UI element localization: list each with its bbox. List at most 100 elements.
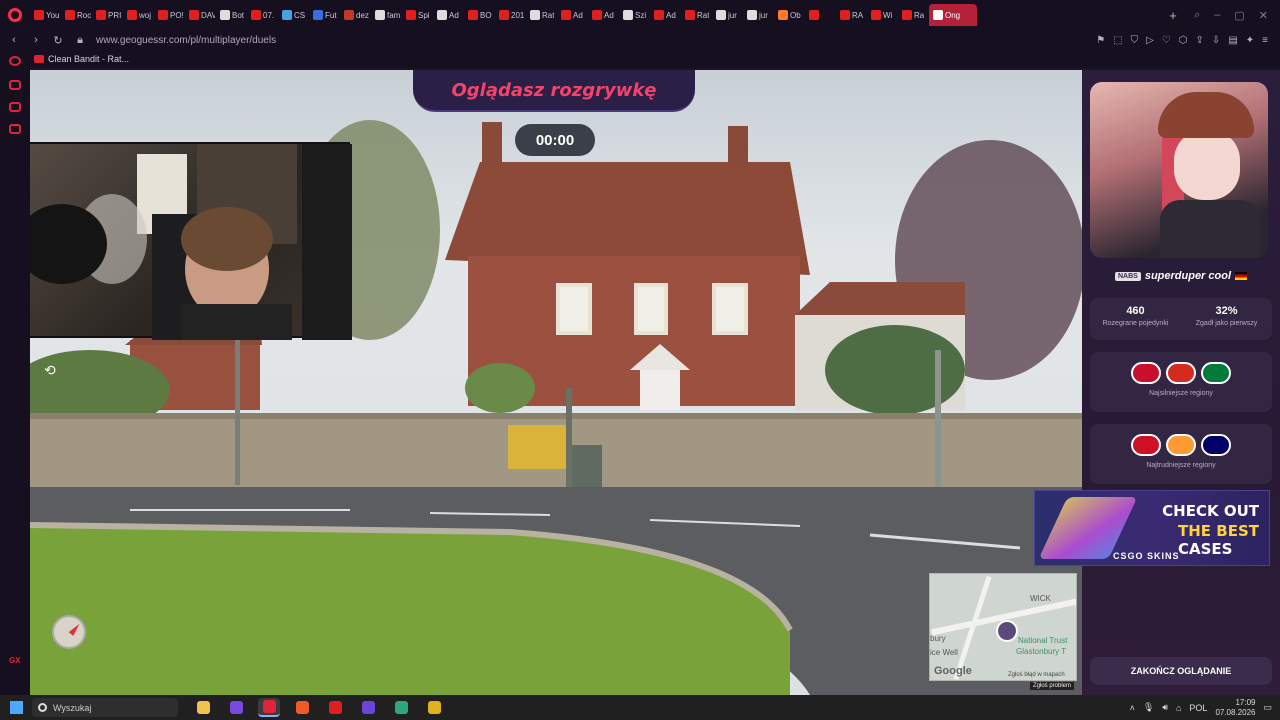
mic-icon[interactable]: 🎙︎ — [1143, 702, 1154, 713]
taskbar-app-opera[interactable] — [324, 698, 346, 717]
browser-tab[interactable]: 07. — [247, 4, 277, 26]
forward-icon[interactable]: › — [28, 34, 44, 46]
camera-switch-icon[interactable]: ⟲ — [44, 362, 64, 380]
browser-tab[interactable]: dez — [340, 4, 370, 26]
strongest-flags — [1090, 362, 1272, 384]
browser-tab[interactable]: Ad — [433, 4, 463, 26]
url-field[interactable]: www.geoguessr.com/pl/multiplayer/duels — [96, 35, 276, 46]
browser-tab[interactable]: jur — [712, 4, 742, 26]
tab-label: Szi — [635, 10, 647, 20]
tab-favicon-icon — [375, 10, 385, 20]
chevron-up-icon[interactable]: ˄ — [1130, 703, 1135, 713]
clock[interactable]: 17:09 07.08.2026 — [1215, 698, 1255, 718]
speaker-icon[interactable] — [933, 10, 943, 20]
player-panel: NABS superduper cool 460 Rozegrane pojed… — [1034, 70, 1280, 695]
browser-tab[interactable]: PO! — [154, 4, 184, 26]
close-icon[interactable]: ✕ — [1259, 9, 1268, 22]
stat-guessed-first: 32% Zgadł jako pierwszy — [1181, 298, 1272, 340]
browser-tab[interactable]: Fut — [309, 4, 339, 26]
taskbar-app-opera-gx[interactable] — [258, 698, 280, 717]
gx-control-icon[interactable] — [9, 56, 21, 66]
opera-gx-logo-icon[interactable] — [0, 0, 30, 30]
browser-tab[interactable]: You — [30, 4, 60, 26]
new-tab-button[interactable]: + — [1164, 8, 1182, 23]
browser-tab[interactable]: 201 — [495, 4, 525, 26]
language-indicator[interactable]: POL — [1189, 703, 1207, 713]
toolbar-icons: ⚑ ⬚ ⛉ ▷ ♡ ⬡ ⇪ ⇩ ▤ ✦ ≡ — [1096, 35, 1280, 46]
browser-tab[interactable]: Roc — [61, 4, 91, 26]
tab-label: Ad — [666, 10, 676, 20]
share-icon[interactable]: ⇪ — [1196, 35, 1204, 46]
taskbar-app-app-purple[interactable] — [225, 698, 247, 717]
search-tabs-icon[interactable]: ⌕ — [1194, 9, 1200, 22]
ai-icon[interactable]: ✦ — [1246, 35, 1254, 46]
tab-favicon-icon — [871, 10, 881, 20]
browser-tab[interactable]: RA — [836, 4, 866, 26]
browser-tab[interactable]: Rat — [526, 4, 556, 26]
gx-footer-label[interactable]: GX — [9, 656, 21, 665]
maximize-icon[interactable]: ▢ — [1234, 9, 1244, 22]
volume-icon[interactable]: 🔊︎ — [1162, 702, 1168, 713]
browser-tab[interactable]: CS — [278, 4, 308, 26]
browser-tab[interactable] — [805, 4, 835, 26]
taskbar-app-file-explorer[interactable] — [192, 698, 214, 717]
taskbar-app-app-globe[interactable] — [390, 698, 412, 717]
network-icon[interactable]: ⌂ — [1176, 703, 1181, 713]
browser-tab[interactable]: woj — [123, 4, 153, 26]
minimap-label: WICK — [1030, 594, 1051, 603]
browser-tab[interactable]: Wi — [867, 4, 897, 26]
browser-tab[interactable]: Szi — [619, 4, 649, 26]
csgo-skins-ad[interactable]: CHECK OUT THE BEST CASES CSGO SKINS — [1034, 490, 1270, 566]
bookmark-item[interactable]: Clean Bandit - Rat... — [48, 54, 129, 64]
taskbar-search[interactable]: Wyszukaj — [32, 698, 178, 717]
jordan-flag-icon — [1201, 362, 1231, 384]
opera-gx-icon — [262, 700, 276, 713]
player-icon[interactable]: ▷ — [1146, 35, 1154, 46]
minimize-icon[interactable]: – — [1214, 9, 1220, 22]
taskbar-app-brave[interactable] — [291, 698, 313, 717]
search-placeholder: Wyszukaj — [53, 702, 92, 713]
browser-tab[interactable]: Bot — [216, 4, 246, 26]
heart-icon[interactable]: ♡ — [1162, 35, 1171, 46]
tab-favicon-icon — [747, 10, 757, 20]
browser-tab[interactable]: Ad — [557, 4, 587, 26]
back-icon[interactable]: ‹ — [6, 34, 22, 46]
map-error-link[interactable]: Zgłoś błąd w mapach — [1008, 672, 1065, 678]
browser-tab[interactable]: Ad — [650, 4, 680, 26]
browser-tab[interactable]: Spi — [402, 4, 432, 26]
browser-tab[interactable]: Ob — [774, 4, 804, 26]
browser-tab[interactable]: BO — [464, 4, 494, 26]
active-browser-tab[interactable]: Ong — [929, 4, 977, 26]
browser-tab[interactable]: Ra — [898, 4, 928, 26]
stop-spectating-button[interactable]: ZAKOŃCZ OGLĄDANIE — [1090, 657, 1272, 685]
browser-tab[interactable]: Ad — [588, 4, 618, 26]
player-name[interactable]: superduper cool — [1145, 270, 1231, 282]
download-icon[interactable]: ⇩ — [1212, 35, 1220, 46]
tab-favicon-icon — [344, 10, 354, 20]
browser-tab[interactable]: DAV — [185, 4, 215, 26]
start-button[interactable] — [0, 701, 32, 714]
spectating-title: Oglądasz rozgrywkę — [451, 79, 657, 101]
messenger-icon[interactable] — [9, 102, 21, 112]
tab-label: Wi — [883, 10, 893, 20]
browser-tab[interactable]: jur — [743, 4, 773, 26]
twitch-icon[interactable] — [9, 80, 21, 90]
minimap[interactable]: WICK bury ice Well National Trust Glasto… — [929, 573, 1077, 681]
bookmark-icon[interactable]: ⚑ — [1096, 35, 1105, 46]
extensions-icon[interactable]: ⬡ — [1179, 35, 1188, 46]
snapshot-icon[interactable]: ⬚ — [1113, 35, 1122, 46]
gx-corner-icon[interactable] — [9, 124, 21, 134]
stat-label: Rozegrane pojedynki — [1102, 320, 1169, 327]
report-problem-button[interactable]: Zgłoś problem — [1030, 682, 1075, 690]
menu-icon[interactable]: ≡ — [1262, 35, 1268, 46]
wallet-icon[interactable]: ▤ — [1228, 35, 1237, 46]
shield-icon[interactable]: ⛉ — [1131, 35, 1139, 46]
compass-icon[interactable] — [52, 615, 86, 649]
reload-icon[interactable]: ↻ — [50, 34, 66, 47]
taskbar-app-chrome[interactable] — [423, 698, 445, 717]
browser-tab[interactable]: PRI — [92, 4, 122, 26]
notifications-icon[interactable]: ▭ — [1263, 702, 1272, 713]
browser-tab[interactable]: fam — [371, 4, 401, 26]
browser-tab[interactable]: Rat — [681, 4, 711, 26]
taskbar-app-app-violet[interactable] — [357, 698, 379, 717]
